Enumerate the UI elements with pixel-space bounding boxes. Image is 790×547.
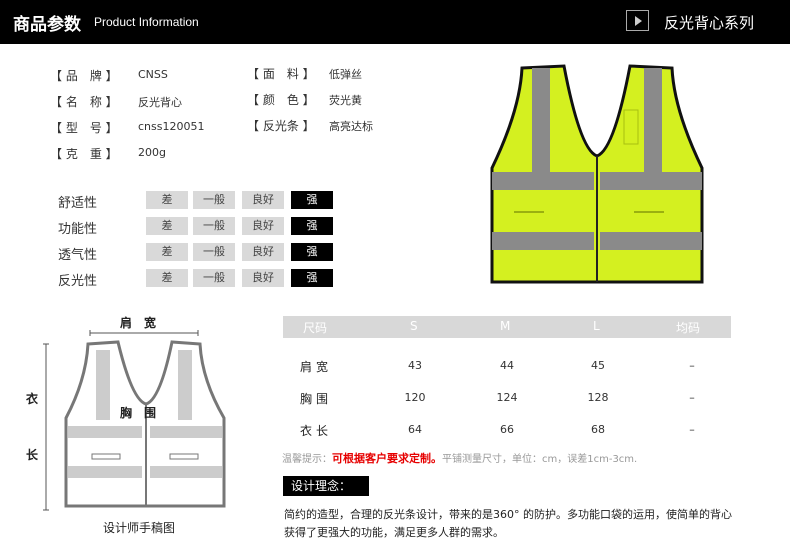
spec-key: 【 克 重 】 <box>50 147 118 161</box>
rating-label: 反光性 <box>58 274 98 289</box>
size-cell: 43 <box>408 359 422 372</box>
size-table-header: 尺码 S M L 均码 <box>283 316 731 338</box>
size-cell: 124 <box>496 391 518 404</box>
rating-level-selected: 强 <box>291 217 333 235</box>
rating-label: 舒适性 <box>58 196 98 211</box>
rating-level: 良好 <box>242 269 284 287</box>
size-cell: 66 <box>500 423 514 436</box>
spec-key: 【 反光条 】 <box>247 119 315 133</box>
spec-value: 反光背心 <box>138 96 182 109</box>
rating-level: 一般 <box>193 243 235 261</box>
size-cell: – <box>689 391 695 404</box>
size-header-cell: M <box>500 319 511 333</box>
note-prefix: 温馨提示： <box>282 454 332 465</box>
sketch-caption: 设计师手稿图 <box>103 521 176 535</box>
sketch-length-label: 衣 <box>26 392 39 406</box>
rating-level-selected: 强 <box>291 191 333 209</box>
spec-value: cnss120051 <box>138 120 205 133</box>
rating-level: 一般 <box>193 191 235 209</box>
size-cell: 128 <box>587 391 609 404</box>
rating-level: 良好 <box>242 217 284 235</box>
size-row-label: 胸围 <box>300 392 333 406</box>
size-cell: 44 <box>500 359 514 372</box>
rating-level-selected: 强 <box>291 243 333 261</box>
rating-level: 一般 <box>193 269 235 287</box>
sketch-length-label: 长 <box>26 448 39 462</box>
size-cell: 120 <box>404 391 426 404</box>
rating-level: 一般 <box>193 217 235 235</box>
spec-key: 【 型 号 】 <box>50 121 118 135</box>
vest-sketch <box>43 330 226 511</box>
rating-level: 差 <box>146 243 188 261</box>
spec-key: 【 颜 色 】 <box>247 93 315 107</box>
spec-value: 高亮达标 <box>329 120 373 133</box>
spec-value: 200g <box>138 146 166 159</box>
design-heading: 设计理念： <box>283 476 369 496</box>
note-suffix: 平铺测量尺寸，单位：cm，误差1cm-3cm. <box>442 454 638 465</box>
rating-level: 良好 <box>242 243 284 261</box>
size-row-label: 肩宽 <box>300 360 333 374</box>
rating-level-selected: 强 <box>291 269 333 287</box>
rating-level: 差 <box>146 191 188 209</box>
spec-key: 【 面 料 】 <box>247 67 315 81</box>
series-title[interactable]: 反光背心系列 <box>664 12 754 33</box>
header-bar: 商品参数 Product Information 反光背心系列 <box>0 0 790 44</box>
size-header-cell: L <box>593 319 600 333</box>
rating-level: 差 <box>146 269 188 287</box>
spec-value: CNSS <box>138 68 168 81</box>
size-header-cell: S <box>410 319 418 333</box>
spec-value: 低弹丝 <box>329 68 362 81</box>
header-title: 商品参数 <box>13 15 81 35</box>
size-row-label: 衣长 <box>300 424 333 438</box>
spec-key: 【 品 牌 】 <box>50 69 118 83</box>
design-text: 简约的造型，合理的反光条设计，带来的是360° 的防护。多功能口袋的运用，使简单… <box>284 508 732 539</box>
rating-level: 良好 <box>242 191 284 209</box>
size-cell: 68 <box>591 423 605 436</box>
spec-value: 荧光黄 <box>329 94 362 107</box>
size-header-cell: 尺码 <box>303 321 328 335</box>
size-cell: – <box>689 359 695 372</box>
rating-label: 透气性 <box>58 248 98 263</box>
rating-label: 功能性 <box>58 222 98 237</box>
size-header-cell: 均码 <box>676 321 701 335</box>
measurement-note: 温馨提示：可根据客户要求定制。平铺测量尺寸，单位：cm，误差1cm-3cm. <box>282 450 637 466</box>
sketch-shoulder-label: 肩 宽 <box>120 316 157 330</box>
header-subtitle: Product Information <box>94 15 199 29</box>
spec-key: 【 名 称 】 <box>50 95 118 109</box>
play-icon[interactable] <box>626 10 649 31</box>
sketch-chest-label: 胸 围 <box>120 406 157 420</box>
vest-product-image <box>490 64 704 284</box>
note-highlight: 可根据客户要求定制。 <box>332 452 442 465</box>
size-cell: – <box>689 423 695 436</box>
size-cell: 64 <box>408 423 422 436</box>
rating-level: 差 <box>146 217 188 235</box>
size-cell: 45 <box>591 359 605 372</box>
